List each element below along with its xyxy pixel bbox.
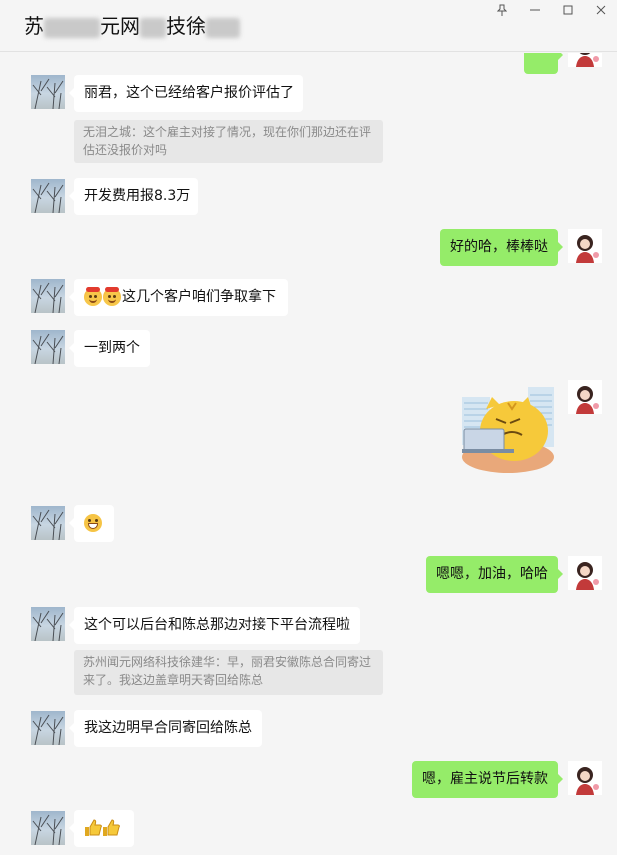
my-avatar[interactable] bbox=[568, 380, 602, 414]
sent-message[interactable]: 好的哈，棒棒哒 bbox=[440, 229, 563, 266]
received-message[interactable]: 开发费用报8.3万 bbox=[69, 178, 198, 215]
contact-avatar[interactable] bbox=[31, 506, 65, 540]
message-list[interactable]: 丽君，这个已经给客户报价评估了 无泪之城：这个雇主对接了情况，现在你们那边还在评… bbox=[0, 53, 617, 855]
window-controls bbox=[485, 0, 617, 20]
blush-emoji-icon bbox=[84, 287, 102, 306]
message-text: 这几个客户咱们争取拿下 bbox=[122, 289, 276, 305]
my-avatar[interactable] bbox=[568, 53, 602, 67]
title-part-2: 元网 bbox=[100, 14, 140, 38]
contact-avatar[interactable] bbox=[31, 279, 65, 313]
received-message[interactable]: 这个可以后台和陈总那边对接下平台流程啦 bbox=[69, 607, 360, 644]
thumbs-up-icon bbox=[85, 819, 102, 836]
contact-avatar[interactable] bbox=[31, 607, 65, 641]
title-redaction bbox=[140, 17, 166, 38]
my-avatar[interactable] bbox=[568, 556, 602, 590]
chat-title: 苏 元网 技徐 bbox=[24, 10, 240, 39]
title-bar: 苏 元网 技徐 bbox=[0, 0, 617, 52]
title-part-3: 技徐 bbox=[166, 14, 206, 38]
maximize-icon[interactable] bbox=[551, 0, 584, 20]
contact-avatar[interactable] bbox=[31, 179, 65, 213]
thumbs-up-icon bbox=[103, 819, 120, 836]
received-message[interactable]: 我这边明早合同寄回给陈总 bbox=[69, 710, 262, 747]
title-part-1: 苏 bbox=[24, 14, 44, 38]
received-message[interactable]: 一到两个 bbox=[69, 330, 150, 367]
sent-message[interactable]: 嗯嗯，加油，哈哈 bbox=[426, 556, 563, 593]
minimize-icon[interactable] bbox=[518, 0, 551, 20]
title-redaction bbox=[44, 17, 100, 38]
close-icon[interactable] bbox=[584, 0, 617, 20]
my-avatar[interactable] bbox=[568, 761, 602, 795]
blush-emoji-icon bbox=[103, 287, 121, 306]
received-message[interactable]: 这几个客户咱们争取拿下 bbox=[69, 279, 288, 316]
received-message[interactable] bbox=[69, 505, 114, 542]
contact-avatar[interactable] bbox=[31, 330, 65, 364]
received-message[interactable] bbox=[69, 810, 134, 847]
title-redaction bbox=[206, 17, 240, 38]
contact-avatar[interactable] bbox=[31, 811, 65, 845]
grin-emoji-icon bbox=[84, 514, 102, 532]
my-avatar[interactable] bbox=[568, 229, 602, 263]
pin-icon[interactable] bbox=[485, 0, 518, 20]
contact-avatar[interactable] bbox=[31, 75, 65, 109]
quoted-message[interactable]: 无泪之城：这个雇主对接了情况，现在你们那边还在评估还没报价对吗 bbox=[74, 120, 383, 163]
sent-message[interactable]: 嗯，雇主说节后转款 bbox=[412, 761, 563, 798]
received-message[interactable]: 丽君，这个已经给客户报价评估了 bbox=[69, 75, 303, 112]
contact-avatar[interactable] bbox=[31, 711, 65, 745]
sent-bubble-partial[interactable] bbox=[524, 53, 563, 74]
angry-cat-laptop-sticker[interactable] bbox=[462, 387, 554, 475]
quoted-message[interactable]: 苏州闻元网络科技徐建华：早，丽君安徽陈总合同寄过来了。我这边盖章明天寄回给陈总 bbox=[74, 650, 383, 695]
